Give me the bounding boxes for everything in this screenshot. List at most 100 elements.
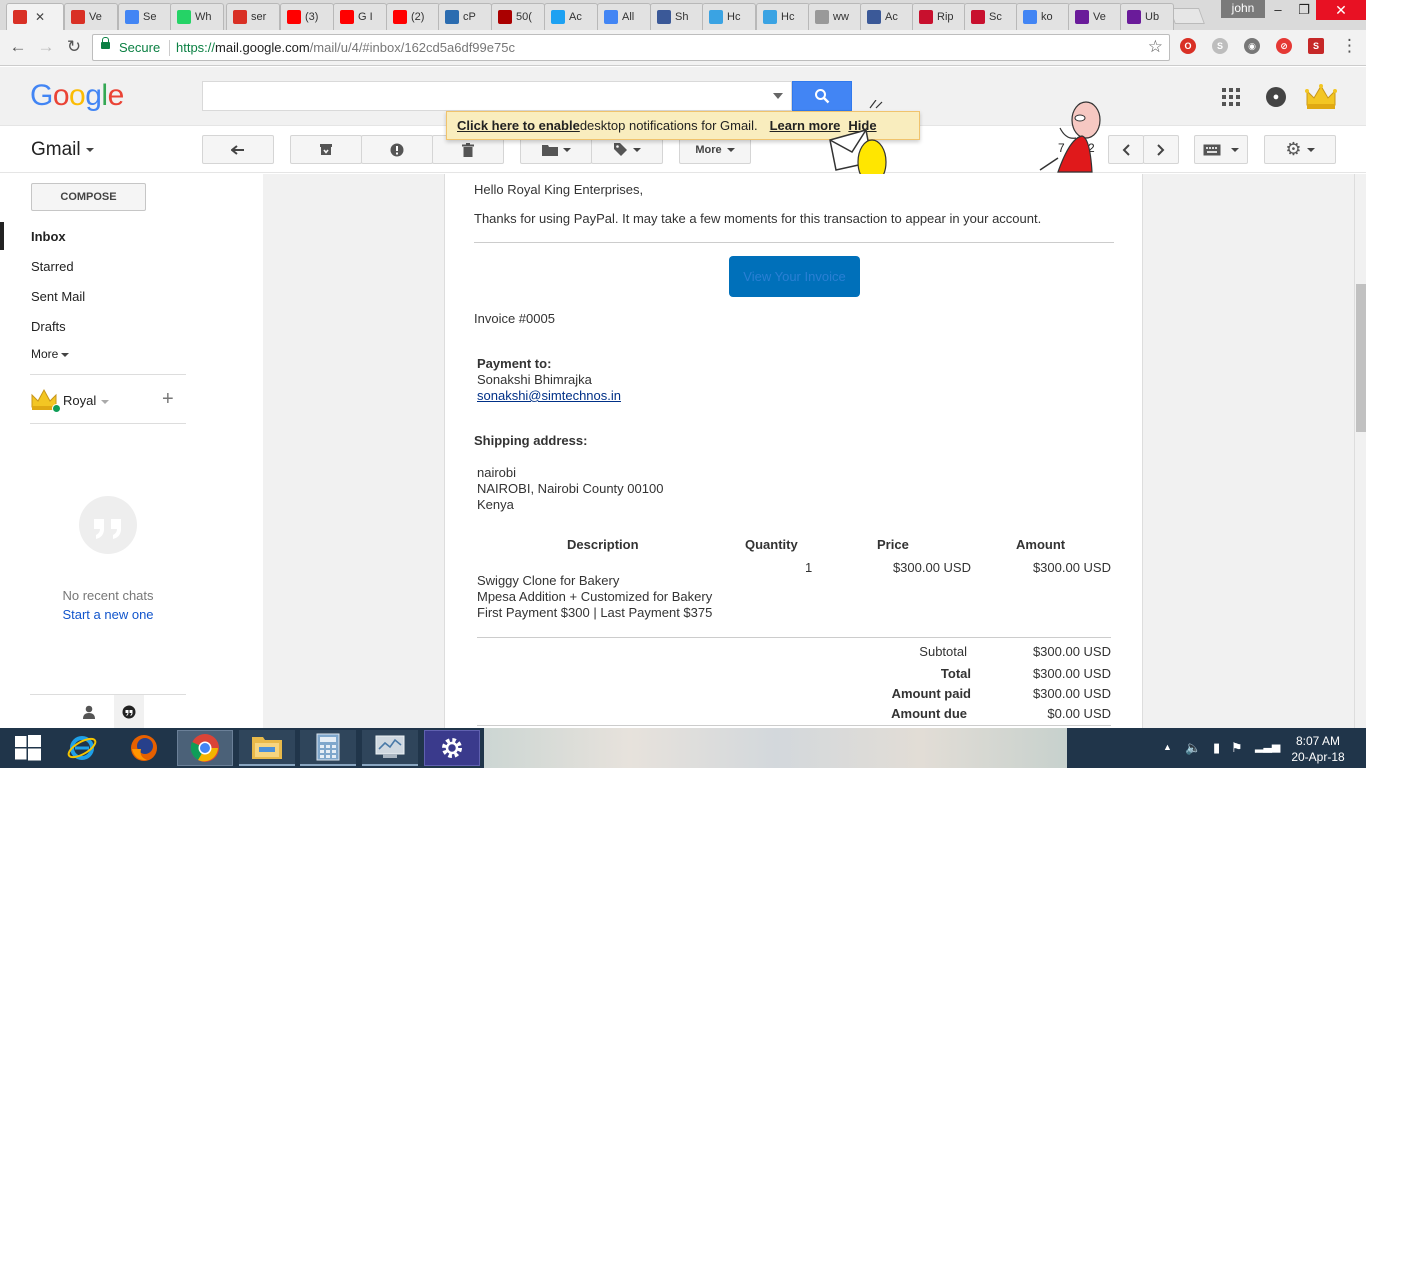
chrome-taskbar-icon[interactable] — [177, 730, 233, 766]
account-avatar-crown[interactable] — [1304, 81, 1338, 113]
browser-tab[interactable]: 50( — [491, 3, 545, 30]
total-label: Total — [940, 666, 971, 681]
browser-tab[interactable]: ko — [1016, 3, 1070, 30]
google-apps-icon[interactable] — [1222, 88, 1240, 106]
show-hidden-icons-chevron-icon[interactable]: ▲ — [1163, 742, 1172, 752]
back-icon[interactable]: ← — [8, 37, 28, 57]
browser-tab[interactable]: ser — [226, 3, 280, 30]
browser-tab[interactable]: Wh — [170, 3, 224, 30]
account-name-label: Royal — [63, 393, 97, 408]
search-input[interactable] — [203, 82, 763, 110]
page-scrollbar[interactable] — [1354, 174, 1366, 728]
monitor-app-taskbar-icon[interactable] — [362, 730, 418, 766]
browser-tab[interactable]: Se — [118, 3, 172, 30]
taskbar-clock[interactable]: 8:07 AM 20-Apr-18 — [1288, 733, 1348, 765]
gear-icon — [442, 738, 462, 758]
tab-title: Sh — [675, 11, 689, 23]
browser-tab[interactable]: Sc — [964, 3, 1018, 30]
start-new-chat-link[interactable]: Start a new one — [30, 607, 186, 622]
browser-tab[interactable]: G I — [333, 3, 387, 30]
sidebar-item-starred[interactable]: Starred — [31, 259, 74, 274]
network-signal-icon[interactable]: ▂▃▅ — [1255, 740, 1280, 753]
skype-extension-icon[interactable]: S — [1212, 38, 1228, 54]
enable-notifications-link[interactable]: Click here to enable — [457, 118, 580, 133]
google-logo[interactable]: Google — [30, 79, 124, 113]
new-conversation-plus-icon[interactable]: + — [162, 388, 174, 411]
bookmark-star-icon[interactable]: ☆ — [1148, 37, 1163, 57]
compose-button[interactable]: COMPOSE — [31, 183, 146, 211]
newer-button[interactable] — [1108, 135, 1144, 164]
shipping-line: Kenya — [477, 497, 514, 512]
browser-tab[interactable]: ww — [808, 3, 862, 30]
input-tools-button[interactable] — [1194, 135, 1248, 164]
left-navigation: COMPOSE Inbox Starred Sent Mail Drafts M… — [0, 174, 262, 729]
forward-icon[interactable]: → — [36, 37, 56, 57]
globe-extension-icon[interactable]: ◉ — [1244, 38, 1260, 54]
gmail-app-switcher[interactable]: Gmail — [31, 139, 94, 161]
search-options-dropdown-icon[interactable] — [773, 93, 783, 99]
browser-tab[interactable]: Ac — [544, 3, 598, 30]
browser-tab[interactable]: All — [597, 3, 651, 30]
view-invoice-button[interactable]: View Your Invoice — [729, 256, 860, 297]
search-box — [202, 81, 792, 111]
browser-tab[interactable]: Ve — [64, 3, 118, 30]
tab-title: Ac — [885, 11, 898, 23]
browser-tab[interactable]: Ac — [860, 3, 914, 30]
sidebar-item-inbox[interactable]: Inbox — [31, 229, 66, 244]
url-text[interactable]: https://mail.google.com/mail/u/4/#inbox/… — [176, 40, 515, 55]
older-button[interactable] — [1143, 135, 1179, 164]
internet-explorer-taskbar-icon[interactable] — [54, 730, 110, 766]
new-tab-button[interactable] — [1169, 8, 1205, 24]
notifications-bell-icon[interactable]: ● — [1266, 87, 1286, 107]
reload-icon[interactable]: ↻ — [64, 37, 84, 57]
flag-icon[interactable]: ⚑ — [1231, 740, 1243, 756]
payee-email-link[interactable]: sonakshi@simtechnos.in — [477, 388, 621, 403]
browser-tab[interactable]: (3) — [280, 3, 334, 30]
browser-tab[interactable]: (2) — [386, 3, 440, 30]
sidebar-item-drafts[interactable]: Drafts — [31, 319, 66, 334]
address-bar[interactable]: Secure https://mail.google.com/mail/u/4/… — [92, 34, 1170, 61]
browser-tab[interactable]: Sh — [650, 3, 704, 30]
calculator-taskbar-icon[interactable] — [300, 730, 356, 766]
volume-icon[interactable]: 🔈 — [1185, 740, 1201, 756]
tab-title: Ve — [89, 11, 102, 23]
report-spam-button[interactable] — [361, 135, 433, 164]
close-window-button[interactable]: ✕ — [1316, 0, 1366, 20]
sidebar-item-sent-mail[interactable]: Sent Mail — [31, 289, 85, 304]
chrome-menu-icon[interactable]: ⋮ — [1341, 36, 1358, 56]
browser-tab[interactable]: Rip — [912, 3, 966, 30]
browser-tab[interactable]: Hc — [756, 3, 810, 30]
logo-letter: o — [52, 79, 70, 112]
browser-tab[interactable]: ✕ — [6, 3, 64, 30]
close-tab-icon[interactable]: ✕ — [35, 10, 45, 24]
adblock-extension-icon[interactable]: ⊘ — [1276, 38, 1292, 54]
archive-icon — [320, 144, 332, 155]
settings-app-taskbar-icon[interactable] — [424, 730, 480, 766]
browser-tab[interactable]: Ub — [1120, 3, 1174, 30]
browser-tab[interactable]: Ve — [1068, 3, 1122, 30]
sidebar-item-more[interactable]: More — [31, 347, 70, 361]
minimize-button[interactable]: – — [1264, 0, 1292, 20]
browser-tab[interactable]: Hc — [702, 3, 756, 30]
browser-tab[interactable]: cP — [438, 3, 492, 30]
start-button[interactable] — [0, 730, 56, 766]
facebook-icon — [657, 10, 671, 24]
file-explorer-taskbar-icon[interactable] — [239, 730, 295, 766]
hangouts-account-name[interactable]: Royal — [63, 393, 110, 408]
archive-button[interactable] — [290, 135, 362, 164]
firefox-taskbar-icon[interactable] — [116, 730, 172, 766]
person-icon[interactable] — [82, 705, 96, 719]
restore-button[interactable]: ❐ — [1290, 0, 1318, 20]
window-user-badge[interactable]: john — [1221, 0, 1265, 18]
payee-name: Sonakshi Bhimrajka — [477, 372, 592, 387]
s-extension-icon[interactable]: S — [1308, 38, 1324, 54]
battery-icon[interactable]: ▮ — [1213, 740, 1220, 756]
hc-icon — [709, 10, 723, 24]
hangouts-tab[interactable] — [114, 695, 144, 729]
back-to-inbox-button[interactable] — [202, 135, 274, 164]
tab-title: Hc — [781, 11, 795, 23]
settings-button[interactable]: ⚙ — [1264, 135, 1336, 164]
url-host: mail.google.com — [215, 40, 310, 55]
scrollbar-thumb[interactable] — [1356, 284, 1366, 432]
opera-extension-icon[interactable]: O — [1180, 38, 1196, 54]
